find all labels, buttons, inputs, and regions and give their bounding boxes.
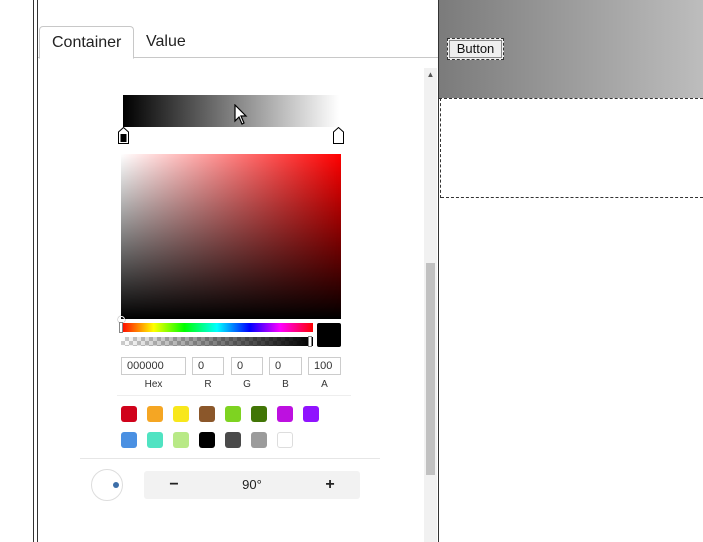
gradient-stop-start[interactable] (118, 127, 129, 144)
alpha-slider[interactable] (121, 337, 313, 346)
color-swatch[interactable] (199, 432, 215, 448)
angle-decrease-button[interactable]: − (144, 471, 204, 499)
color-swatch[interactable] (199, 406, 215, 422)
alpha-input[interactable] (308, 357, 341, 375)
saturation-field[interactable] (121, 154, 341, 319)
blue-label: B (282, 379, 289, 390)
canvas-container-outline (439, 98, 703, 99)
color-swatch[interactable] (251, 406, 267, 422)
angle-stepper: − 90° + (144, 471, 360, 499)
angle-value: 90° (242, 477, 262, 492)
red-label: R (204, 379, 212, 390)
canvas-button[interactable]: Button (447, 38, 504, 60)
scroll-up-arrow-icon[interactable]: ▲ (424, 68, 437, 82)
divider (80, 458, 380, 459)
color-swatch[interactable] (277, 432, 293, 448)
canvas-container-outline (440, 98, 441, 198)
gradient-preview-bar[interactable] (123, 95, 339, 127)
hue-slider[interactable] (121, 323, 313, 332)
current-color-preview (317, 323, 341, 347)
panel-tabs: Container Value (38, 26, 438, 59)
angle-dial-indicator (113, 482, 119, 488)
red-input[interactable] (192, 357, 224, 375)
tab-container[interactable]: Container (39, 26, 135, 59)
divider (117, 395, 351, 396)
panel-scrollbar[interactable]: ▲ (424, 68, 437, 542)
hex-label: Hex (144, 379, 163, 390)
canvas-container-outline (441, 197, 703, 198)
app-root: Container Value ▲ Hex R G B A − 90° + (0, 0, 703, 542)
mouse-pointer-icon (234, 103, 248, 126)
blue-input[interactable] (269, 357, 302, 375)
angle-increase-button[interactable]: + (300, 471, 360, 499)
left-gutter (0, 0, 33, 542)
scroll-thumb[interactable] (426, 263, 435, 475)
color-swatch[interactable] (173, 432, 189, 448)
color-swatch[interactable] (121, 432, 137, 448)
color-swatch[interactable] (251, 432, 267, 448)
hex-input[interactable] (121, 357, 186, 375)
gradient-stop-end[interactable] (333, 127, 344, 144)
color-swatch[interactable] (277, 406, 293, 422)
alpha-slider-handle[interactable] (308, 336, 312, 347)
color-swatch[interactable] (303, 406, 319, 422)
tab-value[interactable]: Value (134, 26, 198, 58)
hue-slider-handle[interactable] (119, 322, 123, 333)
color-swatch[interactable] (147, 432, 163, 448)
alpha-label: A (321, 379, 328, 390)
color-swatch[interactable] (173, 406, 189, 422)
color-swatch[interactable] (147, 406, 163, 422)
color-swatch[interactable] (225, 406, 241, 422)
panel-inner-border (37, 0, 38, 542)
green-input[interactable] (231, 357, 263, 375)
green-label: G (243, 379, 251, 390)
color-swatch[interactable] (225, 432, 241, 448)
color-swatch[interactable] (121, 406, 137, 422)
